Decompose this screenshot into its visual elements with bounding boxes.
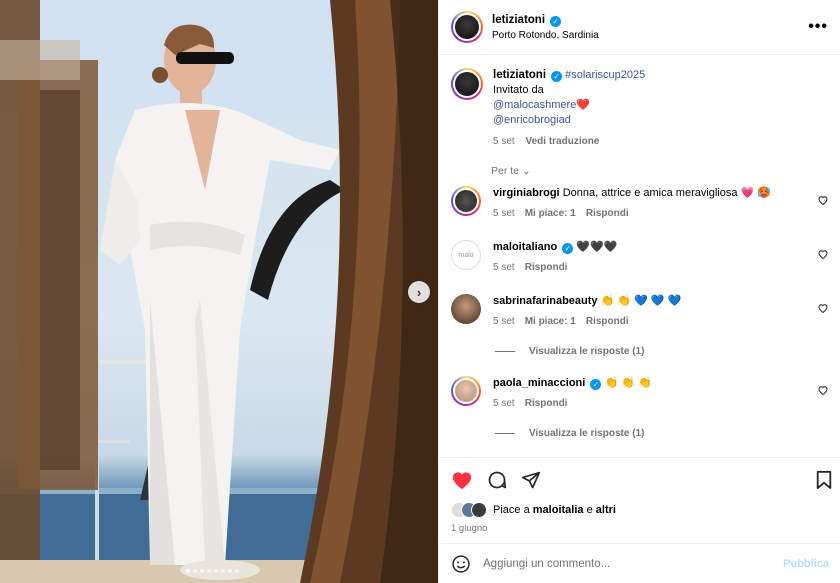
comment-item: sabrinafarinabeauty 👏 👏 💙 💙 💙 5 set Mi pi… [451, 294, 829, 329]
sort-label: Per te [491, 165, 520, 177]
reply-button[interactable]: Rispondi [525, 398, 568, 409]
verified-badge-icon: ✓ [562, 243, 574, 254]
carousel-dot [200, 569, 204, 573]
share-icon[interactable] [521, 470, 541, 490]
like-heart-icon[interactable] [451, 470, 473, 490]
comment-username[interactable]: virginiabrogi [493, 187, 560, 199]
caption-date[interactable]: 5 set [493, 136, 515, 147]
view-replies-label: Visualizza le risposte (1) [529, 428, 645, 439]
comment-sort-dropdown[interactable]: Per te ⌄ [491, 165, 531, 177]
likes-and: e [586, 504, 593, 516]
comment-text: 👏 👏 💙 💙 💙 [600, 295, 682, 307]
reply-button[interactable]: Rispondi [586, 316, 629, 327]
comment-input[interactable]: Aggiungi un commento... [483, 558, 783, 570]
caption-mention[interactable]: @malocashmere [493, 99, 576, 111]
author-avatar[interactable] [451, 11, 483, 43]
comment-avatar[interactable]: malo [451, 240, 481, 270]
carousel-dot [228, 569, 232, 573]
comment-item: virginiabrogi Donna, attrice e amica mer… [451, 186, 829, 221]
caption-mention[interactable]: @enricobrogiad [493, 113, 645, 128]
post-sidebar: letiziatoni ✓ Porto Rotondo, Sardinia ••… [438, 0, 840, 583]
comment-icon[interactable] [487, 470, 507, 490]
post-actions: Piace a maloitalia e altri 1 giugno [439, 457, 840, 542]
comment-likes[interactable]: Mi piace: 1 [525, 316, 576, 327]
comment-date[interactable]: 5 set [493, 316, 515, 327]
caption-username[interactable]: letiziatoni [493, 69, 546, 81]
comment-item: paola_minaccioni ✓ 👏 👏 👏 5 set Rispondi [451, 376, 829, 411]
carousel-dot [214, 569, 218, 573]
comment-avatar[interactable] [451, 376, 481, 406]
carousel-dot [235, 569, 239, 573]
like-comment-icon[interactable] [817, 302, 829, 314]
like-comment-icon[interactable] [817, 384, 829, 396]
comment-username[interactable]: sabrinafarinabeauty [493, 295, 598, 307]
comment-avatar[interactable] [451, 186, 481, 216]
next-image-button[interactable]: › [408, 281, 430, 303]
liker-avatar [471, 502, 487, 518]
view-replies-label: Visualizza le risposte (1) [529, 346, 645, 357]
chevron-down-icon: ⌄ [521, 165, 531, 177]
comment-username[interactable]: maloitaliano [493, 241, 557, 253]
verified-badge-icon: ✓ [590, 379, 602, 390]
like-comment-icon[interactable] [817, 248, 829, 260]
likes-prefix: Piace a [493, 504, 530, 516]
post-date[interactable]: 1 giugno [451, 523, 487, 534]
comment-date[interactable]: 5 set [493, 208, 515, 219]
bookmark-icon[interactable] [815, 470, 833, 490]
comment-item: malo maloitaliano ✓ 🖤🖤🖤 5 set Rispondi [451, 240, 829, 275]
carousel-dot [221, 569, 225, 573]
caption-avatar[interactable] [451, 68, 483, 100]
carousel-dot [193, 569, 197, 573]
comment-date[interactable]: 5 set [493, 262, 515, 273]
comment-date[interactable]: 5 set [493, 398, 515, 409]
comment-text: Donna, attrice e amica meravigliosa 💗 🥵 [562, 187, 772, 199]
reply-button[interactable]: Rispondi [525, 262, 568, 273]
likes-others[interactable]: altri [596, 504, 616, 516]
carousel-dot [186, 569, 190, 573]
instagram-post-view: › letiziatoni ✓ Porto Rotondo, Sardinia … [0, 0, 840, 583]
likes-summary[interactable]: Piace a maloitalia e altri [451, 502, 616, 518]
comment-username[interactable]: paola_minaccioni [493, 377, 585, 389]
carousel-dot [207, 569, 211, 573]
like-comment-icon[interactable] [817, 194, 829, 206]
author-username[interactable]: letiziatoni [492, 14, 545, 26]
add-comment-bar: Aggiungi un commento... Pubblica [439, 543, 840, 583]
emoji-icon[interactable] [451, 554, 471, 574]
verified-badge-icon: ✓ [551, 71, 563, 82]
view-replies-button[interactable]: Visualizza le risposte (1) [495, 346, 644, 357]
likes-user[interactable]: maloitalia [533, 504, 584, 516]
verified-badge-icon: ✓ [550, 15, 562, 27]
comment-text: 🖤🖤🖤 [576, 241, 618, 253]
post-header: letiziatoni ✓ Porto Rotondo, Sardinia ••… [439, 0, 840, 55]
caption-text: Invitato da [493, 84, 544, 96]
more-options-icon[interactable]: ••• [808, 18, 828, 36]
carousel-indicator [186, 569, 239, 573]
caption-hashtag[interactable]: #solariscup2025 [565, 69, 645, 81]
publish-button[interactable]: Pubblica [783, 558, 829, 570]
post-caption: letiziatoni ✓ #solariscup2025 Invitato d… [451, 68, 831, 149]
see-translation-button[interactable]: Vedi traduzione [525, 136, 599, 147]
post-photo[interactable]: › [0, 0, 438, 583]
view-replies-button[interactable]: Visualizza le risposte (1) [495, 428, 644, 439]
reply-button[interactable]: Rispondi [586, 208, 629, 219]
heart-emoji: ❤️ [576, 99, 591, 111]
comment-likes[interactable]: Mi piace: 1 [525, 208, 576, 219]
comment-avatar[interactable] [451, 294, 481, 324]
photo-illustration [0, 0, 438, 583]
comment-text: 👏 👏 👏 [604, 377, 652, 389]
post-location[interactable]: Porto Rotondo, Sardinia [492, 30, 599, 41]
